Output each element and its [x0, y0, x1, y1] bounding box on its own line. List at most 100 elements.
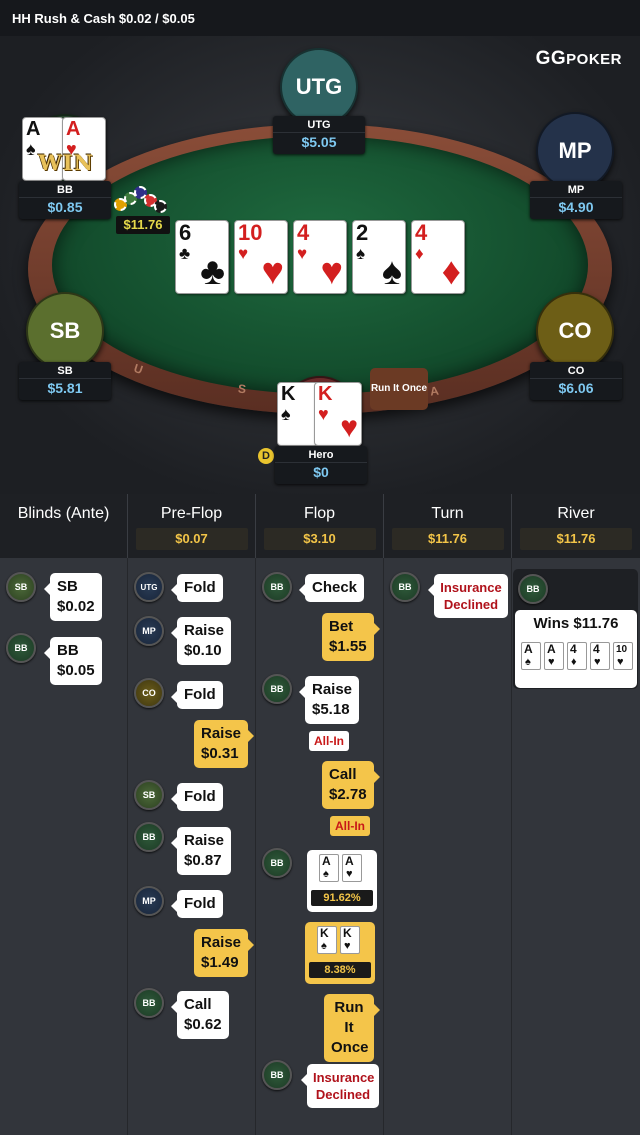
mini-card: K ♠	[317, 926, 337, 954]
column-label: Pre-Flop	[160, 505, 223, 522]
position-badge: UTG	[134, 572, 164, 602]
all-in-tag: All-In	[330, 816, 370, 836]
seat-label: MP	[558, 138, 592, 163]
action-bubble: Check	[298, 574, 365, 602]
nameplate-co: CO $6.06	[530, 362, 622, 400]
position-badge: BB	[6, 633, 36, 663]
mini-card: 4 ♥	[590, 642, 610, 670]
mini-card: K ♥	[340, 926, 360, 954]
position-badge: BB	[134, 988, 164, 1018]
board-card-3: 4 ♥ ♥	[293, 220, 347, 294]
position-badge: BB	[262, 848, 292, 878]
pot-amount: $11.76	[116, 216, 170, 234]
equity-percent: 8.38%	[309, 962, 371, 978]
win-label: WIN	[38, 150, 94, 175]
column-pot: $0.07	[135, 528, 248, 550]
action-bubble: Raise $5.18	[298, 676, 360, 724]
seat-sb[interactable]: SB	[26, 292, 104, 370]
action-bubble: Fold	[171, 681, 223, 709]
nameplate-utg: UTG $5.05	[273, 116, 365, 154]
hero-card-2: K ♥ ♥	[314, 382, 362, 446]
player-name: BB	[57, 184, 73, 196]
nameplate-sb: SB $5.81	[19, 362, 111, 400]
mini-card: A ♠	[319, 854, 339, 882]
player-stack: $0.85	[19, 197, 111, 216]
action-bubble: Raise $0.87	[170, 827, 232, 875]
board-card-2: 10 ♥ ♥	[234, 220, 288, 294]
seat-co[interactable]: CO	[536, 292, 614, 370]
column-header-blinds: Blinds (Ante)	[0, 494, 128, 558]
action-bubble: Fold	[171, 890, 223, 918]
column-header-preflop: Pre-Flop $0.07	[128, 494, 256, 558]
mini-card: A ♠	[521, 642, 541, 670]
player-name: Hero	[308, 449, 334, 461]
action-bubble: SB $0.02	[44, 573, 102, 621]
position-badge: SB	[6, 572, 36, 602]
pot-chips-icon	[114, 186, 172, 216]
nameplate-hero: Hero $0	[275, 446, 367, 484]
rail-letter: A	[429, 383, 440, 399]
action-bubble: Raise $0.10	[170, 617, 232, 665]
board-card-5: 4 ♦ ♦	[411, 220, 465, 294]
action-bubble: Call $0.62	[171, 991, 229, 1039]
all-in-tag: All-In	[309, 731, 349, 751]
player-name: SB	[57, 365, 73, 377]
player-stack: $4.90	[530, 197, 622, 216]
seat-label: CO	[558, 318, 592, 343]
action-bubble: Fold	[171, 783, 223, 811]
position-badge: CO	[134, 678, 164, 708]
ggpoker-logo: GGPOKER	[535, 48, 622, 69]
seat-label: UTG	[295, 74, 343, 99]
title-bar: HH Rush & Cash $0.02 / $0.05	[0, 0, 640, 36]
dealer-button-icon: D	[258, 448, 274, 464]
run-it-once-button[interactable]: Run It Once	[370, 368, 428, 410]
seat-label: SB	[49, 318, 81, 343]
column-turn	[384, 558, 512, 1135]
rail-letter: S	[237, 381, 247, 397]
column-label: River	[557, 505, 595, 522]
column-pot: $11.76	[520, 528, 632, 550]
player-name: CO	[567, 365, 585, 377]
column-label: Flop	[303, 505, 336, 522]
column-pot: $3.10	[263, 528, 376, 550]
action-bubble: BB $0.05	[44, 637, 102, 685]
position-badge: MP	[134, 616, 164, 646]
action-bubble: Fold	[171, 574, 223, 602]
board-card-1: 6 ♣ ♣	[175, 220, 229, 294]
equity-percent: 91.62%	[311, 890, 373, 906]
poker-table-view: U S A GGPOKER UTG UTG $5.05 MP MP $4.90 …	[0, 36, 640, 494]
player-stack: $5.81	[19, 378, 111, 397]
winner-box: Wins $11.76 A ♠ A ♥ 4 ♦ 4 ♥ 10 ♥	[515, 610, 637, 688]
position-badge: BB	[262, 1060, 292, 1090]
player-stack: $0	[275, 462, 367, 481]
hero-action-bubble: Run It Once	[324, 994, 380, 1062]
position-badge: BB	[262, 674, 292, 704]
column-header-turn: Turn $11.76	[384, 494, 512, 558]
column-header-flop: Flop $3.10	[256, 494, 384, 558]
column-label: Turn	[431, 505, 464, 522]
mini-card: A ♥	[544, 642, 564, 670]
seat-mp[interactable]: MP	[536, 112, 614, 190]
winner-text: Wins $11.76	[533, 615, 619, 632]
board-card-4: 2 ♠ ♠	[352, 220, 406, 294]
hero-equity-box: K ♠ K ♥ 8.38%	[305, 922, 375, 984]
equity-box: A ♠ A ♥ 91.62%	[307, 850, 377, 912]
seat-utg[interactable]: UTG	[280, 48, 358, 126]
player-stack: $6.06	[530, 378, 622, 397]
hand-title: HH Rush & Cash $0.02 / $0.05	[12, 10, 195, 26]
position-badge: BB	[390, 572, 420, 602]
hero-action-bubble: Raise $0.31	[194, 720, 255, 768]
player-name: MP	[567, 184, 585, 196]
mini-card: 4 ♦	[567, 642, 587, 670]
position-badge: BB	[518, 574, 548, 604]
position-badge: BB	[262, 572, 292, 602]
player-stack: $5.05	[273, 132, 365, 151]
nameplate-bb: BB $0.85	[19, 181, 111, 219]
nameplate-mp: MP $4.90	[530, 181, 622, 219]
hero-action-bubble: Call $2.78	[322, 761, 380, 809]
hero-action-bubble: Bet $1.55	[322, 613, 380, 661]
column-header-river: River $11.76	[512, 494, 640, 558]
insurance-declined-bubble: Insurance Declined	[301, 1064, 379, 1108]
position-badge: MP	[134, 886, 164, 916]
mini-card: A ♥	[342, 854, 362, 882]
